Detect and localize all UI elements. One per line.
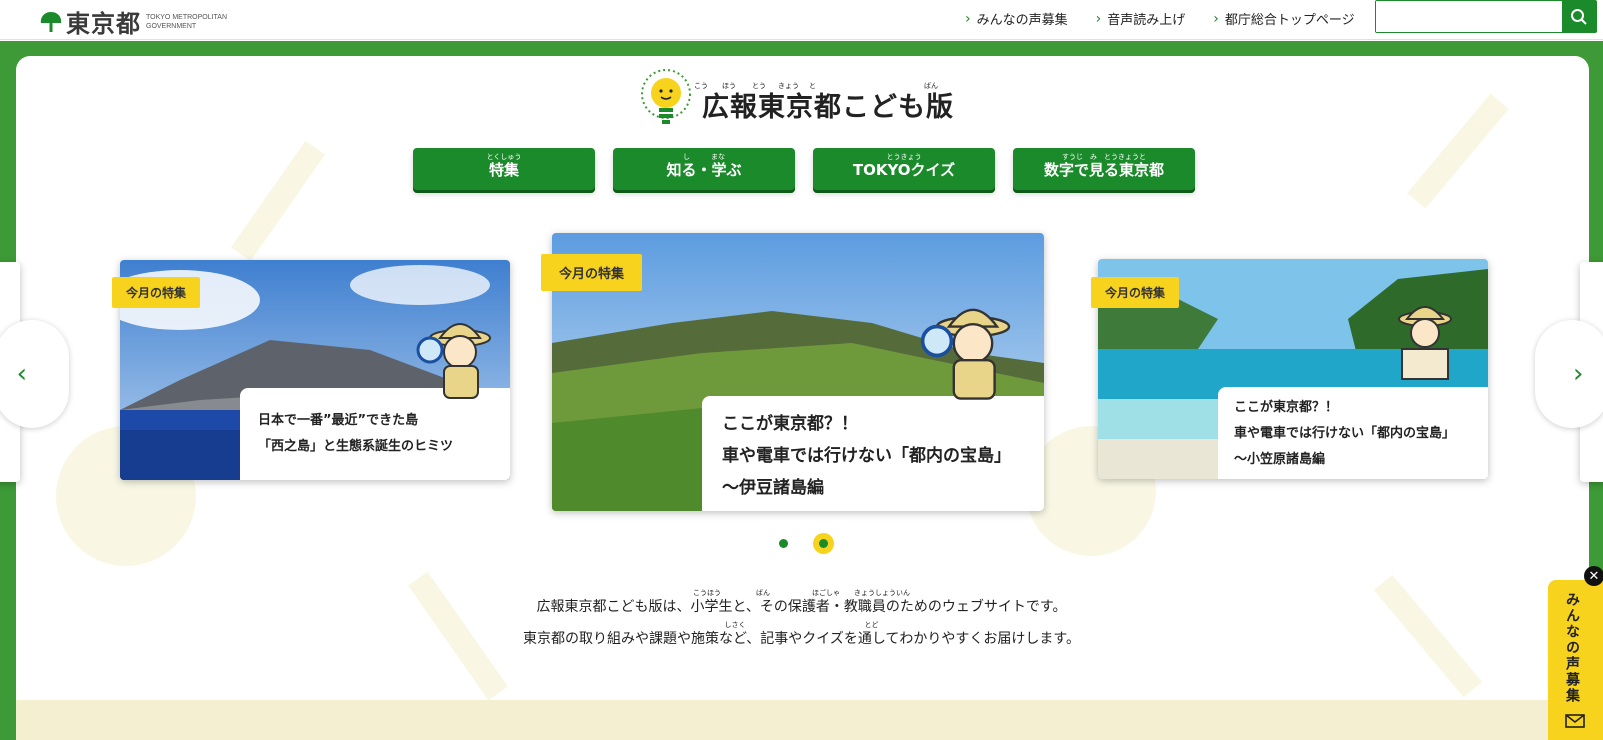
tokyo-logo[interactable]: 東京都 TOKYO METROPOLITAN GOVERNMENT	[38, 4, 227, 39]
title-ruby: ばん	[924, 82, 938, 90]
header-link-top-page[interactable]: › 都庁総合トップページ	[1213, 9, 1354, 29]
background-decoration	[230, 140, 326, 262]
search-button[interactable]	[1562, 1, 1596, 32]
explorer-character-illustration	[416, 323, 491, 399]
chevron-right-icon: ›	[965, 10, 971, 27]
background-decoration	[1407, 93, 1509, 209]
logo-subtitle: TOKYO METROPOLITAN GOVERNMENT	[146, 13, 228, 30]
badge-this-month-feature: 今月の特集	[1091, 277, 1180, 308]
badge-this-month-feature: 今月の特集	[541, 254, 643, 291]
site-title-text: 広報東京都こども版	[702, 91, 954, 123]
nav-button-tokyo-quiz[interactable]: とうきょう TOKYOクイズ	[813, 148, 995, 190]
nav-button-tokyo-in-numbers[interactable]: すうじ み とうきょうと 数字で見る東京都	[1013, 148, 1195, 190]
title-ruby: と	[809, 82, 816, 90]
bottom-section	[16, 700, 1589, 740]
header-link-read-aloud[interactable]: › 音声読み上げ	[1095, 9, 1186, 29]
header-link-voice[interactable]: › みんなの声募集	[965, 9, 1068, 29]
title-ruby: とう	[752, 82, 766, 90]
chevron-left-icon: ‹	[16, 359, 27, 389]
search-icon	[1571, 8, 1587, 25]
header-nav: › みんなの声募集 › 音声読み上げ › 都庁総合トップページ	[965, 9, 1383, 29]
title-ruby: きょう	[778, 82, 799, 90]
search-input[interactable]	[1376, 1, 1562, 32]
explorer-character-illustration	[1398, 306, 1452, 380]
nav-button-special-feature[interactable]: とくしゅう 特集	[413, 148, 595, 190]
title-ruby: ほう	[722, 82, 736, 90]
description-line-2: 東京都の取り組みや課題や施策など、記事やクイズを通してわかりやすくお届けします。	[522, 631, 1081, 647]
site-title[interactable]: 広報東京都こども版	[640, 68, 954, 128]
lightbulb-icon	[641, 69, 691, 124]
mail-icon	[1565, 714, 1585, 728]
voice-feedback-label: みんなの声募集	[1564, 592, 1580, 704]
title-ruby: こう	[694, 82, 708, 90]
site-header: 東京都 TOKYO METROPOLITAN GOVERNMENT › みんなの声…	[0, 0, 1603, 40]
carousel-next-button[interactable]: ›	[1535, 320, 1603, 428]
logo-text: 東京都	[66, 10, 141, 38]
chevron-right-icon: ›	[1213, 10, 1219, 27]
carousel-dot-active[interactable]	[813, 533, 834, 554]
close-icon[interactable]: ✕	[1584, 566, 1603, 586]
carousel-caption: ここが東京都？！ 車や電車では行けない「都内の宝島」 〜伊豆諸島編	[702, 396, 1044, 511]
carousel-dot-inner	[819, 539, 828, 548]
carousel-caption: ここが東京都？！ 車や電車では行けない「都内の宝島」 〜小笠原諸島編	[1218, 387, 1488, 479]
ginkgo-leaf-icon	[40, 11, 62, 32]
explorer-character-illustration	[920, 308, 1011, 400]
chevron-right-icon: ›	[1573, 359, 1584, 389]
carousel-dot[interactable]	[779, 539, 788, 548]
nav-button-learn[interactable]: し まな 知る・学ぶ	[613, 148, 795, 190]
carousel-prev-button[interactable]: ‹	[0, 320, 69, 428]
search-box	[1375, 0, 1597, 33]
badge-this-month-feature: 今月の特集	[112, 277, 201, 308]
description-line-1: 広報東京都こども版は、小学生と、その保護者・教職員のためのウェブサイトです。	[536, 599, 1067, 615]
chevron-right-icon: ›	[1095, 10, 1102, 27]
voice-feedback-tab[interactable]: みんなの声募集	[1548, 580, 1603, 740]
